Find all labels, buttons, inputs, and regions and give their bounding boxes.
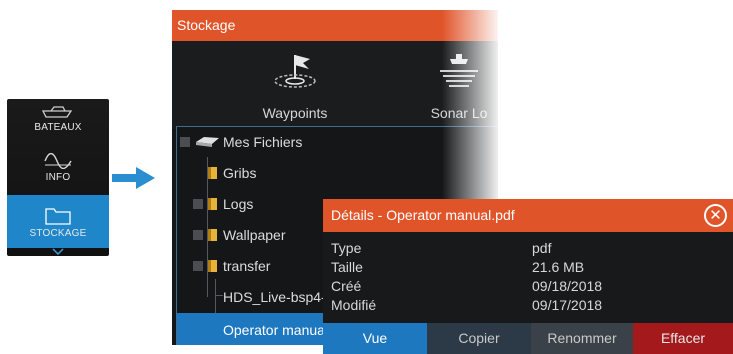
detail-value-modified: 09/17/2018 [532,297,603,313]
detail-value-size: 21.6 MB [532,259,585,275]
close-icon[interactable]: ✕ [704,204,727,227]
collapse-toggle-icon[interactable] [193,261,203,271]
sidebar-item-label: INFO [45,172,71,183]
detail-key-created: Créé [331,278,362,294]
tree-row-label: Operator manua [223,322,325,338]
detail-key-type: Type [331,240,362,256]
expand-toggle-icon[interactable] [193,230,203,240]
arrow-right-icon [112,167,155,189]
mini-sidebar: BATEAUX INFO STOCKAGE [7,99,109,256]
detail-value-created: 09/18/2018 [532,278,603,294]
waveform-icon [44,153,72,169]
tile-sonar-logs[interactable]: Sonar Lo [384,41,498,129]
expand-toggle-icon[interactable] [193,199,203,209]
details-dialog: Détails - Operator manual.pdf ✕ Type pdf… [323,199,733,354]
details-body: Type pdf Taille 21.6 MB Créé 09/18/2018 … [323,232,733,323]
tile-label: Waypoints [262,105,328,121]
folder-icon [208,167,217,179]
sidebar-item-stockage[interactable]: STOCKAGE [7,195,109,248]
sidebar-item-bateaux[interactable]: BATEAUX [7,99,109,139]
tree-row-label: HDS_Live-bsp4- [223,289,326,305]
folder-icon [208,229,217,241]
delete-button[interactable]: Effacer [633,323,733,354]
tile-waypoints[interactable]: Waypoints [220,41,370,129]
sidebar-item-label: STOCKAGE [29,228,87,239]
tree-row-label: transfer [223,258,271,274]
tree-row-mes-fichiers[interactable]: Mes Fichiers [177,127,498,157]
tree-row-label: Wallpaper [223,227,286,243]
sonar-log-icon [440,54,478,87]
folder-icon [45,208,71,225]
storage-tiles: Waypoints Sonar Lo [172,41,498,129]
view-button[interactable]: Vue [323,323,427,354]
detail-key-size: Taille [331,259,363,275]
detail-value-type: pdf [532,240,552,256]
dialog-title: Détails - Operator manual.pdf [323,199,733,232]
tree-row-label: Logs [223,196,254,212]
tree-row-label: Gribs [223,165,257,181]
tile-label: Sonar Lo [430,105,488,121]
tree-row-label: Mes Fichiers [223,134,303,150]
boat-icon [41,106,73,118]
sidebar-item-info[interactable]: INFO [7,145,109,191]
sidebar-item-label: BATEAUX [34,122,82,133]
rename-button[interactable]: Renommer [531,323,633,354]
drive-icon [196,137,219,147]
folder-icon [208,198,217,210]
detail-key-modified: Modifié [331,297,377,313]
folder-icon [208,260,217,272]
tree-row-gribs[interactable]: Gribs [177,158,498,188]
waypoint-flag-icon [274,55,316,88]
chevron-down-icon [52,248,64,256]
collapse-toggle-icon[interactable] [180,137,190,147]
copy-button[interactable]: Copier [427,323,531,354]
panel-title: Stockage [172,10,498,41]
dialog-button-bar: Vue Copier Renommer Effacer [323,323,733,354]
